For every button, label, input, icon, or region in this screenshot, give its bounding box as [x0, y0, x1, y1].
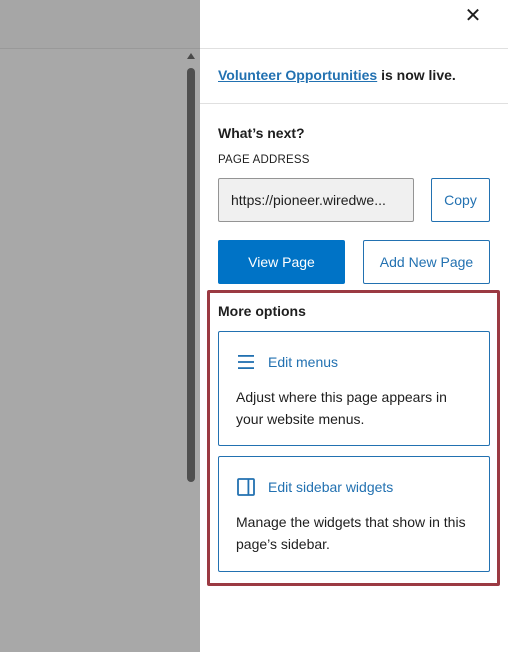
card-description: Adjust where this page appears in your w… — [236, 389, 447, 427]
post-publish-panel: ✕ Volunteer Opportunities is now live. W… — [200, 0, 508, 652]
more-options-heading: More options — [218, 303, 306, 319]
whats-next-heading: What’s next? — [218, 125, 305, 141]
page-link[interactable]: Volunteer Opportunities — [218, 67, 377, 83]
editor-topbar — [0, 0, 200, 49]
live-suffix: is now live. — [377, 67, 456, 83]
editor-scrollbar-thumb[interactable] — [187, 68, 195, 482]
edit-menus-card[interactable]: Edit menus Adjust where this page appear… — [218, 331, 490, 446]
menu-lines-icon — [238, 355, 254, 369]
view-page-button[interactable]: View Page — [218, 240, 345, 284]
card-header: Edit menus — [236, 352, 338, 372]
notice-divider — [200, 103, 508, 104]
scroll-up-arrow-icon[interactable] — [187, 53, 195, 59]
sidebar-layout-icon — [237, 478, 255, 496]
close-icon[interactable]: ✕ — [462, 6, 484, 28]
page-address-label: PAGE ADDRESS — [218, 154, 310, 166]
card-header: Edit sidebar widgets — [236, 477, 393, 497]
editor-overlay — [0, 0, 200, 652]
edit-sidebar-widgets-card[interactable]: Edit sidebar widgets Manage the widgets … — [218, 456, 490, 572]
add-new-page-button[interactable]: Add New Page — [363, 240, 490, 284]
card-description: Manage the widgets that show in this pag… — [236, 514, 466, 552]
copy-button[interactable]: Copy — [431, 178, 490, 222]
header-divider — [200, 48, 508, 49]
card-title: Edit menus — [268, 354, 339, 370]
page-address-field[interactable]: https://pioneer.wiredwe... — [218, 178, 414, 222]
live-notice: Volunteer Opportunities is now live. — [218, 67, 456, 83]
card-title: Edit sidebar widgets — [268, 479, 394, 495]
